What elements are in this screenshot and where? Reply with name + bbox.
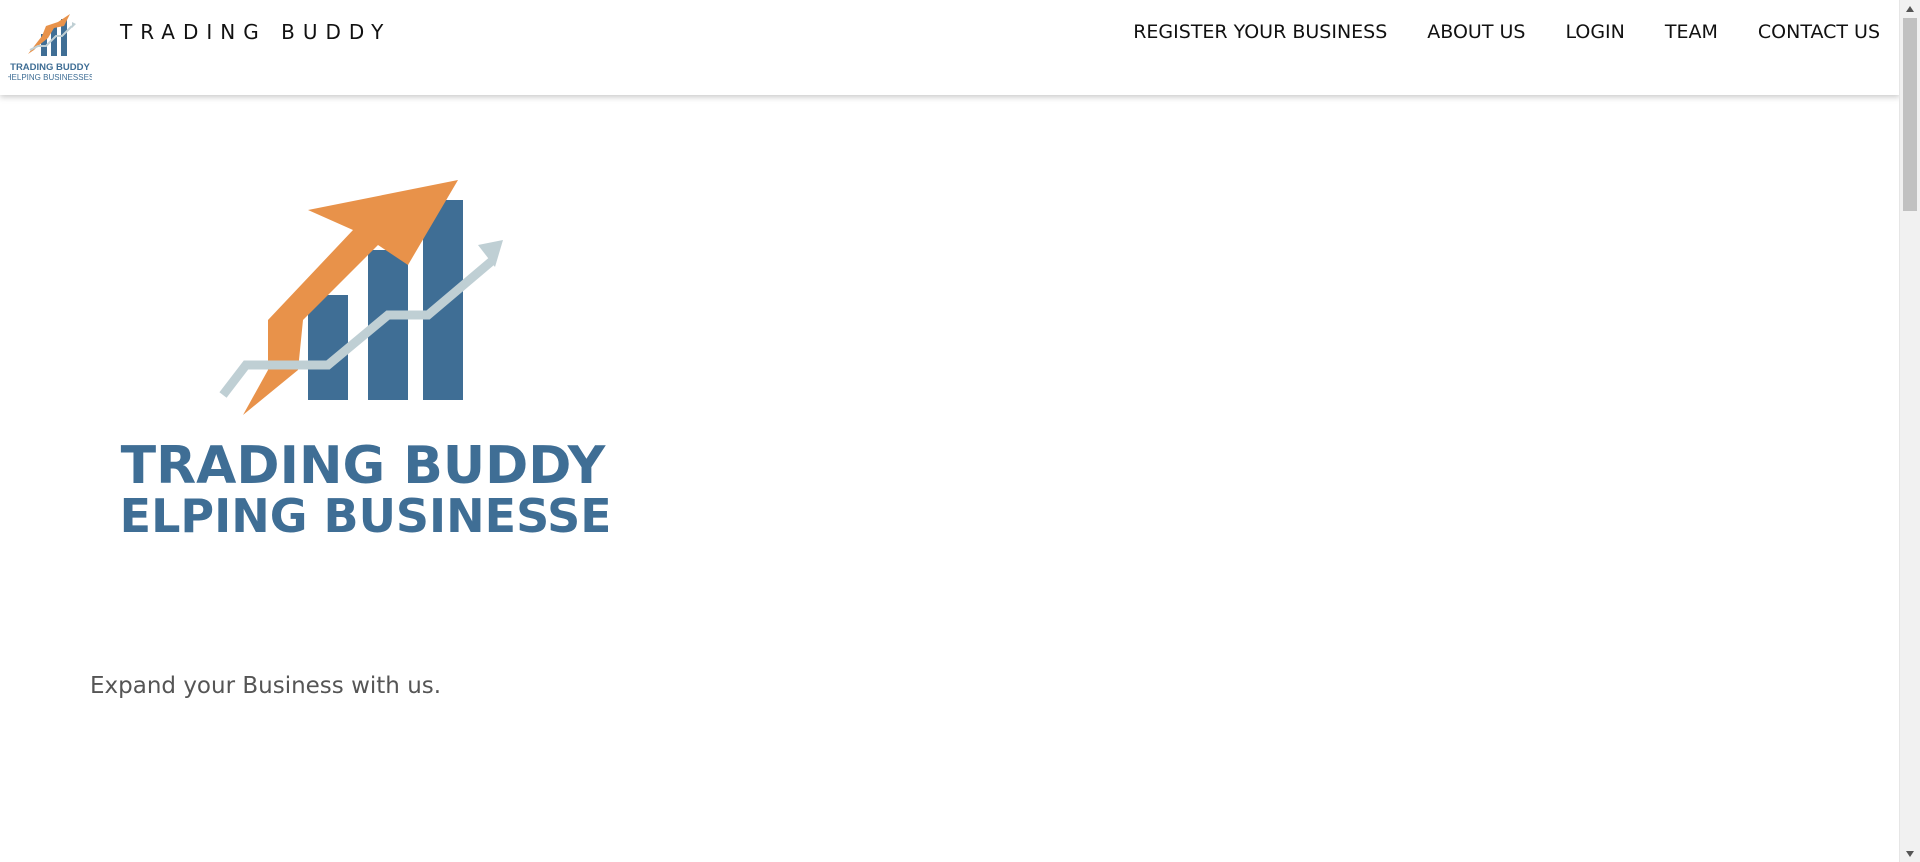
hero-logo: TRADING BUDDY HELPING BUSINESSES xyxy=(118,180,608,543)
chevron-down-icon xyxy=(1906,850,1914,857)
scroll-up-button[interactable] xyxy=(1900,0,1920,17)
navbar: TRADING BUDDY HELPING BUSINESSES TRADING… xyxy=(0,0,1900,95)
logo-mark-icon xyxy=(28,14,76,56)
brand-logo-line2: HELPING BUSINESSES xyxy=(8,73,92,82)
vertical-scrollbar[interactable] xyxy=(1899,0,1920,862)
trading-buddy-logo-icon xyxy=(219,180,503,415)
hero-logo-line1: TRADING BUDDY xyxy=(121,436,607,496)
nav-team[interactable]: TEAM xyxy=(1645,20,1738,44)
chevron-up-icon xyxy=(1906,5,1914,12)
nav-login[interactable]: LOGIN xyxy=(1545,20,1644,44)
scrollbar-thumb[interactable] xyxy=(1903,18,1917,211)
nav-about-us[interactable]: ABOUT US xyxy=(1407,20,1545,44)
scroll-down-button[interactable] xyxy=(1900,845,1920,862)
hero-tagline: Expand your Business with us. xyxy=(90,673,442,699)
hero-logo-line2: HELPING BUSINESSES xyxy=(118,489,608,543)
nav-contact-us[interactable]: CONTACT US xyxy=(1738,20,1880,44)
nav-register-business[interactable]: REGISTER YOUR BUSINESS xyxy=(1113,20,1407,44)
brand-logo-line1: TRADING BUDDY xyxy=(10,62,90,73)
brand-logo[interactable]: TRADING BUDDY HELPING BUSINESSES xyxy=(8,6,92,82)
nav-menu: REGISTER YOUR BUSINESS ABOUT US LOGIN TE… xyxy=(1113,20,1880,44)
brand-title[interactable]: TRADING BUDDY xyxy=(120,20,391,44)
page: TRADING BUDDY HELPING BUSINESSES TRADING… xyxy=(0,0,1920,862)
